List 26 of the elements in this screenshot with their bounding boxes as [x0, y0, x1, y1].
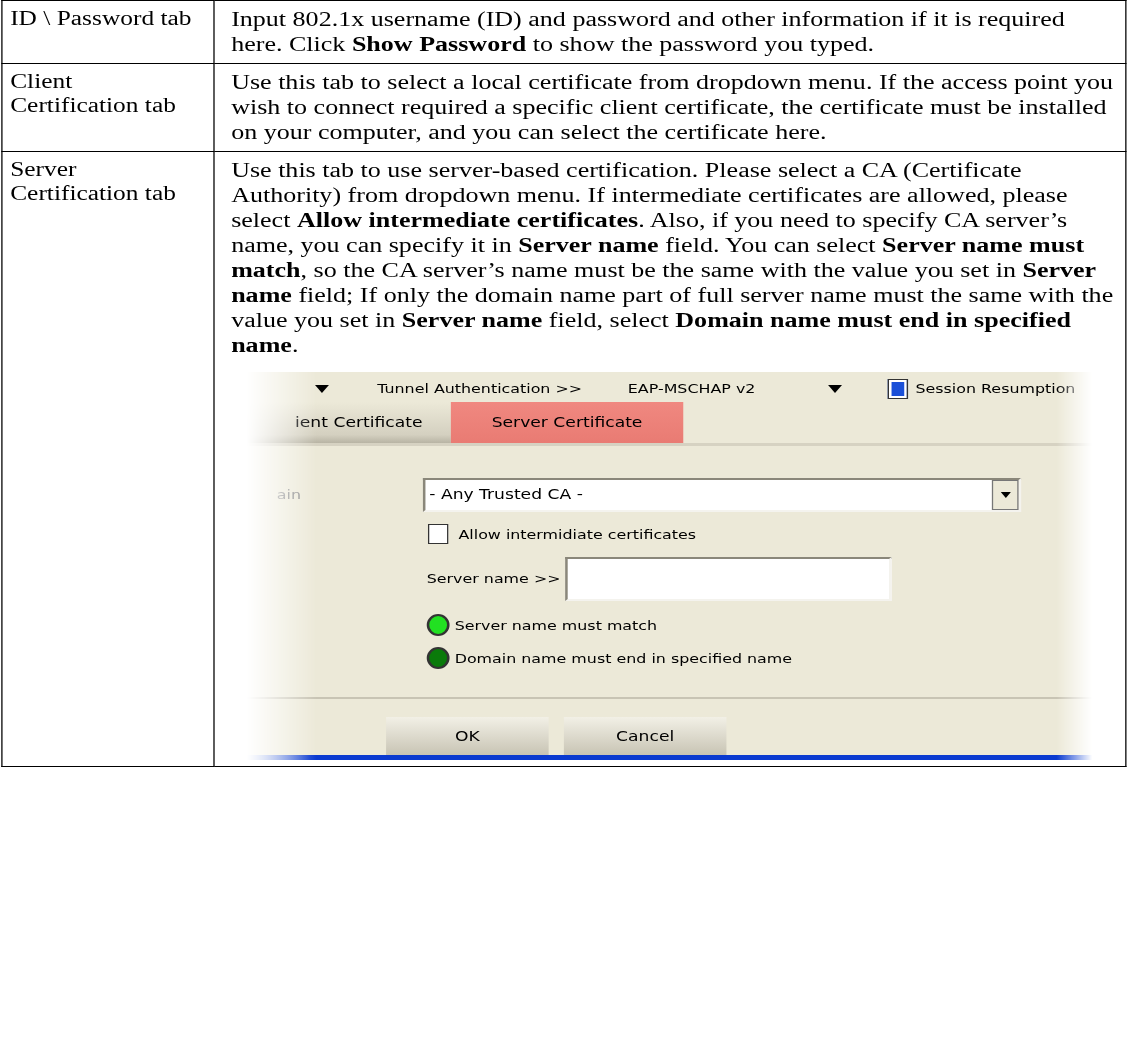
field-label: ain — [275, 486, 303, 505]
caret-icon[interactable] — [314, 384, 329, 393]
term-text: ID \ Password tab — [10, 6, 193, 30]
option-label: Domain name must end in specified name — [454, 649, 793, 668]
session-resumption-label: Session Resumption — [915, 380, 1076, 399]
term-text: Client Certification tab — [10, 69, 177, 117]
caret-icon — [1000, 491, 1011, 498]
dialog-button[interactable]: OK — [386, 716, 549, 755]
description-text: Input 802.1x username (ID) and password and other information if it is required here. Click Show Password to show the password you typed. — [231, 7, 1066, 57]
server-name-field[interactable] — [565, 556, 892, 601]
allow-intermediate-checkbox[interactable] — [428, 524, 449, 545]
tunnel-method-value: EAP-MSCHAP v2 — [627, 380, 756, 399]
term-text: Server Certification tab — [10, 157, 177, 205]
option-label: Server name must match — [454, 616, 658, 635]
caret-icon[interactable] — [827, 384, 842, 393]
radio-indicator[interactable] — [426, 647, 450, 670]
radio-indicator[interactable] — [426, 614, 450, 637]
server-name-label: Server name >> — [426, 570, 562, 589]
dialog-button[interactable]: Cancel — [563, 716, 727, 755]
tunnel-authentication-label: Tunnel Authentication >> — [377, 380, 583, 399]
ca-dropdown[interactable]: - Any Trusted CA - — [422, 477, 1022, 512]
description-text: Use this tab to select a local certificate from dropdown menu. If the access point you wish to connect required a specific client certificate, the certificate must be installed on your computer, and you can select the certificate here. — [231, 70, 1115, 145]
allow-intermediate-label: Allow intermidiate certificates — [458, 525, 697, 544]
tab[interactable]: Server Certificate — [450, 401, 684, 443]
session-resumption-checkbox[interactable] — [887, 378, 908, 399]
description-text: Use this tab to use server-based certification. Please select a CA (Certificate Authority) from dropdown menu. If intermediate certificates are allowed, please select Allow intermediate certificates. Also, if you need to specify CA server’s name, you can specify it in Server name field. You can select Server name must match, so the CA server’s name must be the same with the value you set in Server name field; If only the domain name part of full server name must the same with the value you set in Server name field, select Domain name must end in specified name. — [231, 158, 1115, 358]
